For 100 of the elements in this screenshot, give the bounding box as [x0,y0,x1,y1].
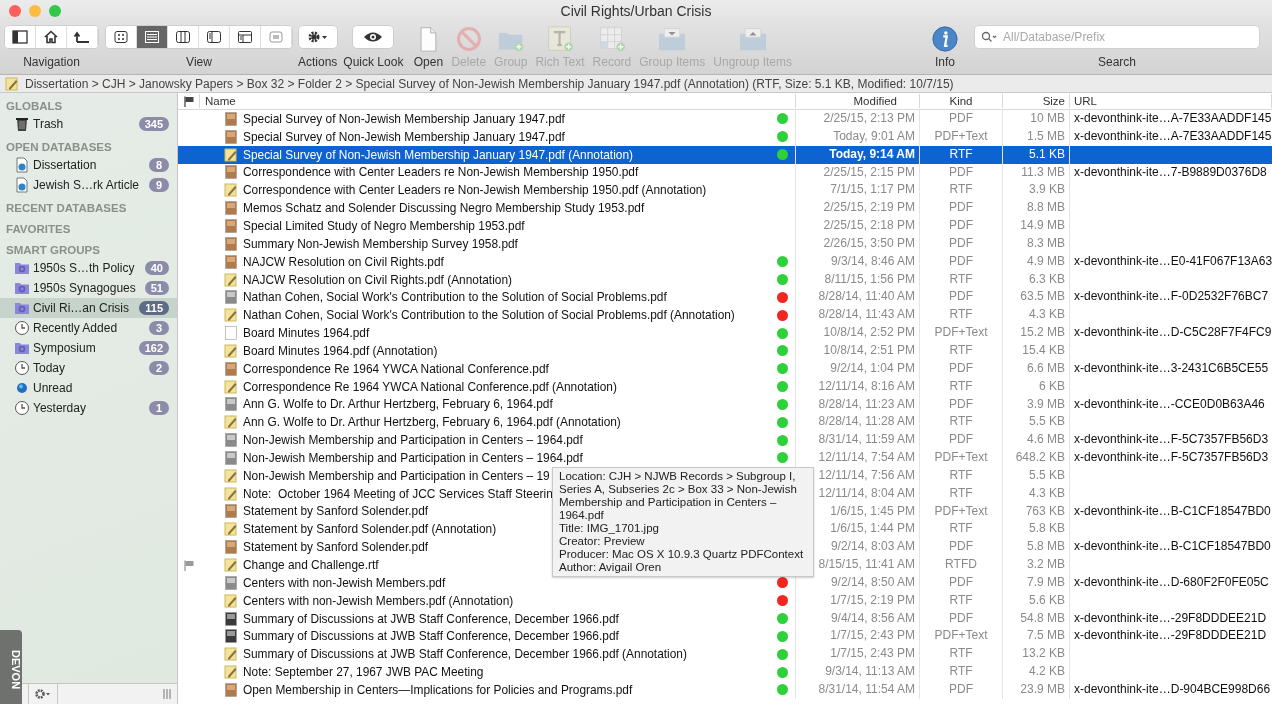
scan-thumbnail [224,165,238,180]
table-row[interactable]: Nathan Cohen, Social Work's Contribution to the Solution of Social Problems.pdf (Annotation) 8/28/14, 11:43 AM RTF 4.3 KB [178,306,1272,325]
file-name: Nathan Cohen, Social Work's Contribution to the Solution of Social Problems.pdf (Annotation) [243,308,735,323]
table-row[interactable]: Ann G. Wolfe to Dr. Arthur Hertzberg, February 6, 1964.pdf 8/28/14, 11:23 AM PDF 3.9 MB x-devonthink-ite…-CCE0D0B63A46 [178,395,1272,414]
file-name: NAJCW Resolution on Civil Rights.pdf (Annotation) [243,272,512,287]
table-row[interactable]: Non-Jewish Membership and Participation in Centers – 1964.pdf 12/11/14, 7:54 AM PDF+Text 648.2 KB x-devonthink-ite…F-5C7357FB56D3 [178,449,1272,467]
table-cell: 8/28/14, 11:40 AM [796,288,920,307]
tooltip-line: Author: Avigail Oren [559,561,663,574]
scan-thumbnail [224,290,238,305]
table-cell: 5.5 KB [1003,413,1070,432]
table-cell: Today, 9:14 AM [796,145,920,164]
file-name: Special Survey of Non-Jewish Membership January 1947.pdf [243,129,565,144]
view-mode-button[interactable] [137,26,168,48]
action-menu-button[interactable] [28,684,58,704]
table-row[interactable]: NAJCW Resolution on Civil Rights.pdf 9/3/14, 8:46 AM PDF 4.9 MB x-devonthink-ite…E0-41F067F13A63 [178,252,1272,271]
sidebar-toggle-button[interactable] [5,26,36,48]
quick-look-button[interactable] [353,26,394,48]
note-icon [224,593,238,608]
sidebar-item[interactable]: 1950s Synagogues 51 [0,278,177,298]
table-row[interactable]: Non-Jewish Membership and Participation in Centers – 1964.pdf 8/31/14, 11:59 AM PDF 4.6 MB x-devonthink-ite…F-5C7357FB56D3 [178,431,1272,450]
file-name: Non-Jewish Membership and Participation in Centers – 19 [243,468,550,483]
column-header[interactable]: URL [1070,94,1272,108]
table-row[interactable]: Note: September 27, 1967 JWB PAC Meeting 9/3/14, 11:13 AM RTF 4.2 KB [178,663,1272,681]
file-name: Note: September 27, 1967 JWB PAC Meeting [243,665,484,680]
toolbar-label: Navigation [23,55,80,69]
scan-thumbnail [224,201,238,216]
table-row[interactable]: Memos Schatz and Solender Discussing Negro Membership Study 1953.pdf 2/25/15, 2:19 PM PDF 8.8 MB [178,199,1272,218]
table-row[interactable]: Special Survey of Non-Jewish Membership January 1947.pdf (Annotation) Today, 9:14 AM RTF 5.1 KB [178,145,1272,164]
table-cell: 8/31/14, 11:54 AM [796,681,920,699]
column-header[interactable]: Kind [920,94,1003,108]
table-cell: 6.3 KB [1003,270,1070,289]
table-cell: PDF+Text [920,502,1003,521]
sidebar-item[interactable]: Trash 345 [0,114,177,134]
count-badge: 2 [149,361,169,375]
scan-thumbnail [224,611,238,626]
sidebar-item[interactable]: 1950s S…th Policy 40 [0,258,177,278]
side-tab[interactable]: DEVON [0,630,22,704]
open-tool-button[interactable]: Open [413,26,444,69]
table-cell: PDF+Text [920,627,1003,646]
table-row[interactable]: Board Minutes 1964.pdf (Annotation) 10/8/14, 2:51 PM RTF 15.4 KB [178,341,1272,360]
sidebar-item[interactable]: Jewish S…rk Article 9 [0,175,177,195]
table-cell: PDF [920,359,1003,378]
sidebar-item[interactable]: Dissertation 8 [0,155,177,175]
table-cell: RTF [920,413,1003,432]
table-row[interactable]: Summary of Discussions at JWB Staff Conference, December 1966.pdf 9/4/14, 8:56 AM PDF 54.8 MB x-devonthink-ite…-29F8DDDEE21D [178,609,1272,628]
actions-button[interactable] [298,26,337,48]
table-cell: x-devonthink-ite…-29F8DDDEE21D [1074,628,1267,643]
table-row[interactable]: Open Membership in Centers—Implications for Policies and Programs.pdf 8/31/14, 11:54 AM PDF 23.9 MB x-devonthink-ite…D-904BCE998D66 [178,681,1272,699]
table-row[interactable]: Correspondence Re 1964 YWCA National Conference.pdf (Annotation) 12/11/14, 8:16 AM RTF 6 KB [178,377,1272,396]
scan-thumbnail [224,254,238,269]
close-button[interactable] [9,5,21,17]
table-cell: 8/28/14, 11:43 AM [796,306,920,325]
table-row[interactable]: NAJCW Resolution on Civil Rights.pdf (Annotation) 8/11/15, 1:56 PM RTF 6.3 KB [178,270,1272,289]
table-row[interactable]: Correspondence with Center Leaders re Non-Jewish Membership 1950.pdf 2/25/15, 2:15 PM PDF 11.3 MB x-devonthink-ite…7-B9889D0376D8 [178,163,1272,182]
info-button[interactable]: Info [931,26,959,69]
sidebar-item[interactable]: Unread [0,378,177,398]
table-cell: 5.8 KB [1003,520,1070,539]
table-cell: 8/28/14, 11:28 AM [796,413,920,432]
table-row[interactable]: Special Limited Study of Negro Membership 1953.pdf 2/25/15, 2:18 PM PDF 14.9 MB [178,217,1272,235]
sidebar-item[interactable]: Today 2 [0,358,177,378]
table-row[interactable]: Summary Non-Jewish Membership Survey 1958.pdf 2/26/15, 3:50 PM PDF 8.3 MB [178,234,1272,253]
table-row[interactable]: Summary of Discussions at JWB Staff Conference, December 1966.pdf (Annotation) 1/7/15, 2:43 PM RTF 13.2 KB [178,645,1272,664]
table-row[interactable]: Centers with non-Jewish Members.pdf (Annotation) 1/7/15, 2:19 PM RTF 5.6 KB [178,591,1272,610]
count-badge: 8 [149,158,169,172]
table-cell: 3.9 MB [1003,395,1070,414]
search-input[interactable]: All/Database/Prefix [1001,29,1253,45]
view-mode-button[interactable] [106,26,137,48]
table-row[interactable]: Correspondence with Center Leaders re Non-Jewish Membership 1950.pdf (Annotation) 7/1/15, 1:17 PM RTF 3.9 KB [178,181,1272,200]
table-row[interactable]: Correspondence Re 1964 YWCA National Conference.pdf 9/2/14, 1:04 PM PDF 6.6 MB x-devonthink-ite…3-2431C6B5CE55 [178,359,1272,378]
table-row[interactable]: Nathan Cohen, Social Work's Contribution to the Solution of Social Problems.pdf 8/28/14, 11:40 AM PDF 63.5 MB x-devonthink-ite…F-0D2532F76BC7 [178,288,1272,307]
file-name: Statement by Sanford Solender.pdf [243,540,429,555]
sidebar-item[interactable]: Yesterday 1 [0,398,177,418]
column-header[interactable]: Modified [796,94,920,108]
column-header[interactable]: Size [1003,94,1070,108]
table-cell: 14.9 MB [1003,217,1070,235]
table-row[interactable]: Special Survey of Non-Jewish Membership January 1947.pdf 2/25/15, 2:13 PM PDF 10 MB x-devonthink-ite…A-7E33AADDF145 [178,110,1272,128]
sidebar-item[interactable]: Symposium 162 [0,338,177,358]
table-cell: PDF+Text [920,127,1003,146]
file-name: Ann G. Wolfe to Dr. Arthur Hertzberg, February 6, 1964.pdf [243,397,553,412]
table-cell: x-devonthink-ite…D-904BCE998D66 [1074,682,1271,696]
resize-grip-icon[interactable] [163,688,171,700]
table-cell: 12/11/14, 8:16 AM [796,377,920,396]
table-cell: 5.6 KB [1003,591,1070,610]
search-icon[interactable] [981,31,997,43]
sidebar-item[interactable]: Civil Ri…an Crisis 115 [0,298,177,318]
section-heading: FAVORITES [5,222,72,237]
sidebar-item[interactable]: Recently Added 3 [0,318,177,338]
table-cell: 763 KB [1003,502,1070,521]
note-icon [224,272,238,287]
table-row[interactable]: Special Survey of Non-Jewish Membership January 1947.pdf Today, 9:01 AM PDF+Text 1.5 MB x-devonthink-ite…A-7E33AADDF145 [178,127,1272,146]
clock-icon [14,360,30,376]
table-row[interactable]: Ann G. Wolfe to Dr. Arthur Hertzberg, February 6, 1964.pdf (Annotation) 8/28/14, 11:28 AM RTF 5.5 KB [178,413,1272,432]
search-field[interactable]: All/Database/Prefix [975,26,1259,48]
file-name: Summary of Discussions at JWB Staff Conference, December 1966.pdf (Annotation) [243,647,687,662]
table-cell: x-devonthink-ite…F-0D2532F76BC7 [1074,289,1269,304]
note-icon [224,379,238,394]
table-row[interactable]: Board Minutes 1964.pdf 10/8/14, 2:52 PM PDF+Text 15.2 MB x-devonthink-ite…D-C5C28F7F4FC9 [178,324,1272,342]
column-header[interactable]: Name [200,94,796,108]
table-cell: x-devonthink-ite…-CCE0D0B63A46 [1074,396,1265,411]
table-row[interactable]: Summary of Discussions at JWB Staff Conference, December 1966.pdf 1/7/15, 2:43 PM PDF+Text 7.5 MB x-devonthink-ite…-29F8DDDEE21D [178,627,1272,646]
